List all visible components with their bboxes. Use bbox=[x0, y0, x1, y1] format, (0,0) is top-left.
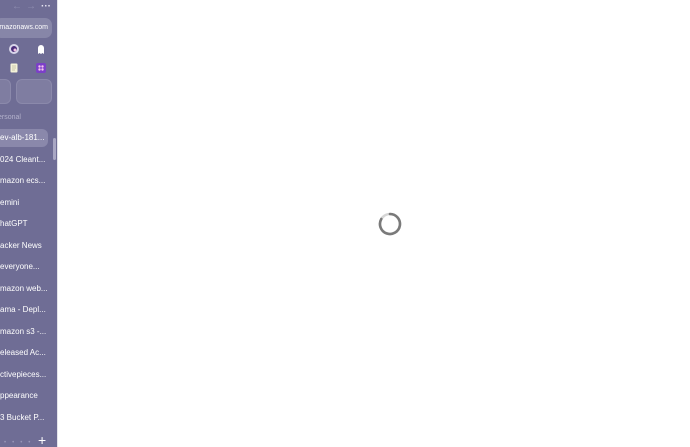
address-bar[interactable]: mazonaws.com bbox=[0, 18, 52, 38]
tab-item[interactable]: eleased Ac... bbox=[0, 344, 48, 362]
loading-spinner-icon bbox=[378, 212, 402, 236]
tab-item[interactable]: mazon web... bbox=[0, 280, 48, 298]
tab-item[interactable]: everyone... bbox=[0, 258, 48, 276]
arrow-right-icon[interactable]: → bbox=[26, 1, 36, 13]
tab-item[interactable]: acker News bbox=[0, 237, 48, 255]
ghost-icon[interactable] bbox=[35, 43, 47, 55]
pinned-tile-left[interactable] bbox=[0, 79, 11, 104]
tab-item[interactable]: emini bbox=[0, 194, 48, 212]
tab-item[interactable]: ctivepieces... bbox=[0, 366, 48, 384]
space-switcher-dots[interactable]: •••• bbox=[4, 440, 36, 446]
arrow-left-icon[interactable]: ← bbox=[12, 1, 22, 13]
sidebar-divider bbox=[57, 0, 58, 447]
document-icon[interactable] bbox=[8, 62, 20, 74]
pinned-app-icon[interactable] bbox=[8, 43, 20, 55]
tab-item[interactable]: ppearance bbox=[0, 387, 48, 405]
tab-item[interactable]: ev-alb-181... bbox=[0, 129, 48, 147]
tab-item[interactable]: mazon ecs... bbox=[0, 172, 48, 190]
section-label: ersonal bbox=[0, 114, 21, 121]
more-menu-button[interactable]: ··· bbox=[41, 1, 51, 13]
tab-item[interactable]: hatGPT bbox=[0, 215, 48, 233]
sidebar: ← → ··· mazonaws.com ersonal ev-alb-181.… bbox=[0, 0, 57, 447]
app-grid-icon[interactable] bbox=[35, 62, 47, 74]
tab-item[interactable]: ama - Depl... bbox=[0, 301, 48, 319]
pinned-tile-right[interactable] bbox=[16, 79, 52, 104]
new-tab-button[interactable]: + bbox=[38, 433, 46, 447]
tab-item[interactable]: 3 Bucket P... bbox=[0, 409, 48, 427]
tab-item[interactable]: 024 Cleant... bbox=[0, 151, 48, 169]
address-text: mazonaws.com bbox=[0, 24, 48, 31]
nav-toolbar: ← → ··· bbox=[0, 0, 57, 14]
tab-item[interactable]: mazon s3 -... bbox=[0, 323, 48, 341]
sidebar-scrollbar[interactable] bbox=[53, 138, 56, 160]
